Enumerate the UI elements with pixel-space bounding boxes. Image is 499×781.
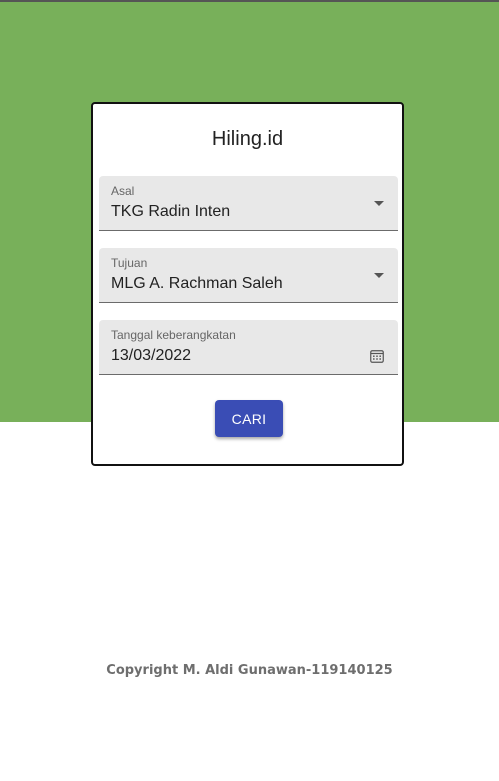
search-card: Hiling.id Asal TKG Radin Inten Tujuan ML… [91,102,404,466]
departure-date-label: Tanggal keberangkatan [111,328,236,342]
calendar-icon[interactable] [370,349,384,363]
app-title: Hiling.id [211,128,284,150]
departure-date-value: 13/03/2022 [111,347,192,364]
caret-down-icon[interactable] [374,201,384,206]
origin-label: Asal [111,184,135,198]
destination-label: Tujuan [111,256,148,270]
caret-down-icon[interactable] [374,273,384,278]
origin-value: TKG Radin Inten [111,203,231,220]
origin-select[interactable]: Asal TKG Radin Inten [99,176,398,231]
departure-date-input[interactable]: Tanggal keberangkatan 13/03/2022 [99,320,398,375]
destination-value: MLG A. Rachman Saleh [111,275,283,292]
destination-select[interactable]: Tujuan MLG A. Rachman Saleh [99,248,398,303]
copyright-text: Copyright M. Aldi Gunawan-119140125 [106,663,393,678]
search-button[interactable]: CARI [215,400,283,437]
